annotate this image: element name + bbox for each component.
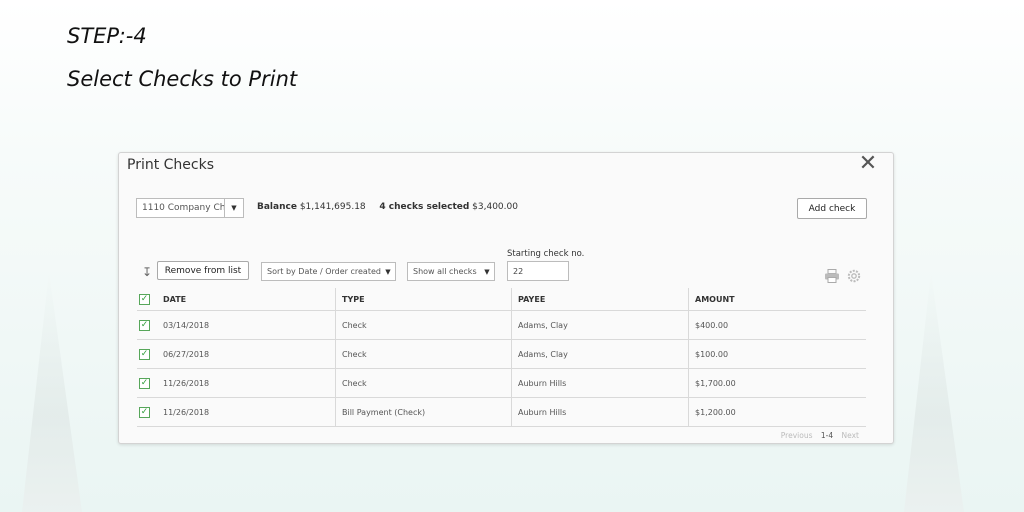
print-checks-dialog: Print Checks ✕ 1110 Company Checki ▼ Bal… <box>118 152 894 444</box>
row-select-cell: ✓ <box>137 311 157 339</box>
balance-label: Balance <box>257 202 297 212</box>
chevron-down-icon: ▼ <box>385 267 391 276</box>
cell-payee: Adams, Clay <box>512 340 689 368</box>
table-row[interactable]: ✓ 06/27/2018 Check Adams, Clay $100.00 <box>137 340 866 369</box>
account-select-value: 1110 Company Checki <box>142 203 224 213</box>
sort-order-icon[interactable]: ↧ <box>142 265 152 279</box>
select-all-checkbox[interactable]: ✓ <box>139 293 150 305</box>
starting-check-label: Starting check no. <box>507 249 585 259</box>
column-header-payee[interactable]: PAYEE <box>512 288 689 310</box>
printer-icon[interactable] <box>824 269 840 283</box>
cell-type: Check <box>336 369 512 397</box>
step-subtitle: Select Checks to Print <box>67 67 298 91</box>
filter-dropdown-value: Show all checks <box>413 267 477 276</box>
row-checkbox[interactable]: ✓ <box>139 406 150 418</box>
cell-date: 11/26/2018 <box>157 369 336 397</box>
row-select-cell: ✓ <box>137 398 157 426</box>
cell-type: Check <box>336 340 512 368</box>
cell-type: Check <box>336 311 512 339</box>
table-row[interactable]: ✓ 11/26/2018 Bill Payment (Check) Auburn… <box>137 398 866 427</box>
cell-payee: Adams, Clay <box>512 311 689 339</box>
checks-table: ✓ DATE TYPE PAYEE AMOUNT ✓ 03/14/2018 Ch… <box>137 288 866 427</box>
balance-value: $1,141,695.18 <box>299 202 366 212</box>
pagination: Previous 1-4 Next <box>781 431 859 440</box>
table-header-row: ✓ DATE TYPE PAYEE AMOUNT <box>137 288 866 311</box>
remove-from-list-button[interactable]: Remove from list <box>157 261 249 280</box>
sort-dropdown-value: Sort by Date / Order created <box>267 267 381 276</box>
row-checkbox[interactable]: ✓ <box>139 377 150 389</box>
step-title: STEP:-4 <box>67 24 147 48</box>
row-select-cell: ✓ <box>137 340 157 368</box>
row-checkbox[interactable]: ✓ <box>139 348 150 360</box>
chevron-down-icon: ▼ <box>484 267 490 276</box>
column-header-type[interactable]: TYPE <box>336 288 512 310</box>
cell-amount: $100.00 <box>695 349 729 359</box>
dialog-title: Print Checks <box>127 157 215 173</box>
pagination-range: 1-4 <box>820 431 834 440</box>
add-check-button[interactable]: Add check <box>797 198 867 219</box>
decorative-shape-right <box>904 272 964 512</box>
balance-summary: Balance $1,141,695.18 4 checks selected … <box>257 202 518 212</box>
cell-amount: $1,700.00 <box>695 378 736 388</box>
cell-date: 06/27/2018 <box>157 340 336 368</box>
select-all-cell: ✓ <box>137 288 157 310</box>
chevron-down-icon[interactable]: ▼ <box>224 199 243 217</box>
sort-dropdown[interactable]: Sort by Date / Order created ▼ <box>261 262 396 281</box>
selected-total: $3,400.00 <box>472 202 518 212</box>
pagination-next[interactable]: Next <box>842 431 859 440</box>
table-row[interactable]: ✓ 11/26/2018 Check Auburn Hills $1,700.0… <box>137 369 866 398</box>
table-row[interactable]: ✓ 03/14/2018 Check Adams, Clay $400.00 <box>137 311 866 340</box>
column-header-date[interactable]: DATE <box>157 288 336 310</box>
selected-count: 4 checks selected <box>379 202 470 212</box>
decorative-shape-left <box>22 272 82 512</box>
gear-icon[interactable] <box>847 269 861 283</box>
column-header-amount[interactable]: AMOUNT <box>689 288 866 310</box>
cell-type: Bill Payment (Check) <box>336 398 512 426</box>
cell-amount: $400.00 <box>695 320 729 330</box>
cell-amount: $1,200.00 <box>695 407 736 417</box>
cell-payee: Auburn Hills <box>512 398 689 426</box>
row-checkbox[interactable]: ✓ <box>139 319 150 331</box>
cell-payee: Auburn Hills <box>512 369 689 397</box>
row-select-cell: ✓ <box>137 369 157 397</box>
filter-dropdown[interactable]: Show all checks ▼ <box>407 262 495 281</box>
account-select[interactable]: 1110 Company Checki ▼ <box>136 198 244 218</box>
pagination-previous[interactable]: Previous <box>781 431 813 440</box>
starting-check-input[interactable]: 22 <box>507 261 569 281</box>
close-icon[interactable]: ✕ <box>857 153 879 175</box>
cell-date: 11/26/2018 <box>157 398 336 426</box>
cell-date: 03/14/2018 <box>157 311 336 339</box>
